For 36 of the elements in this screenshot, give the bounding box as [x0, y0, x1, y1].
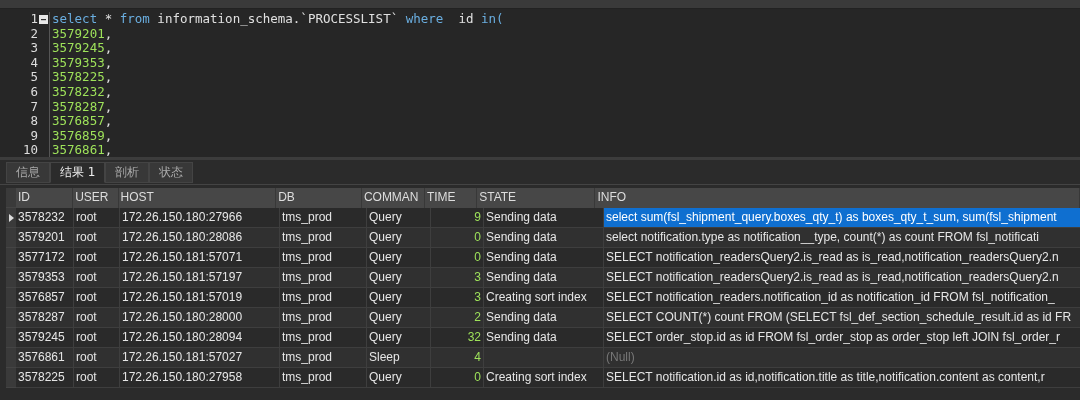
code-line: select * from information_schema.`PROCESSLIST` where id in(	[52, 12, 504, 27]
code-line: 3576861,	[52, 143, 113, 157]
line-number: 10	[21, 143, 38, 157]
code-line: 3578225,	[52, 70, 113, 85]
code-line: 3579201,	[52, 26, 113, 42]
table-cell: SELECT notification.id as id,notification.title as title,notification.content as content,r	[604, 368, 1080, 388]
code-line: 3576859,	[52, 128, 113, 144]
line-number: 5	[29, 70, 38, 85]
table-cell: 0	[431, 368, 484, 388]
table-cell: Query	[367, 368, 431, 388]
code-line: 3579353,	[52, 55, 113, 71]
result-tab[interactable]: 信息	[6, 162, 50, 183]
code-line: 3579245,	[52, 41, 113, 56]
table-cell: tms_prod	[280, 368, 367, 388]
table-cell: 3578225	[16, 368, 74, 388]
line-number: 1	[29, 12, 38, 27]
fold-icon[interactable]	[39, 14, 48, 24]
code-line: 3578287,	[52, 99, 113, 115]
current-row-icon	[8, 213, 14, 222]
table-cell: Creating sort index	[484, 368, 604, 388]
result-tab[interactable]: 剖析	[105, 162, 150, 183]
line-number: 3	[29, 41, 38, 56]
line-number: 4	[29, 55, 38, 71]
line-number: 9	[29, 128, 38, 144]
line-number: 7	[29, 99, 38, 115]
result-tab[interactable]: 结果 1	[50, 162, 106, 183]
result-tab[interactable]: 状态	[149, 162, 194, 183]
table-cell: root	[74, 368, 120, 388]
code-line: 3578232,	[52, 84, 113, 100]
code-line: 3576857,	[52, 114, 113, 129]
line-number: 6	[29, 84, 38, 100]
line-number: 2	[29, 26, 38, 42]
code-editor[interactable]: 1 select * from information_schema.`PROCESSLIST` where id in( 2 3579201, 3 3579245, 4 3579353, 5 3578225, 6 3578232, 7 3578287, 8 3576857, 9 3576859, 10 3576861,	[0, 9, 1080, 160]
table-cell: 172.26.150.180:27958	[120, 368, 280, 388]
table-cell: select sum(fsl_shipment_query.boxes_qty_t) as boxes_qty_t_sum, sum(fsl_shipment	[604, 208, 1080, 228]
line-number: 8	[29, 114, 38, 129]
